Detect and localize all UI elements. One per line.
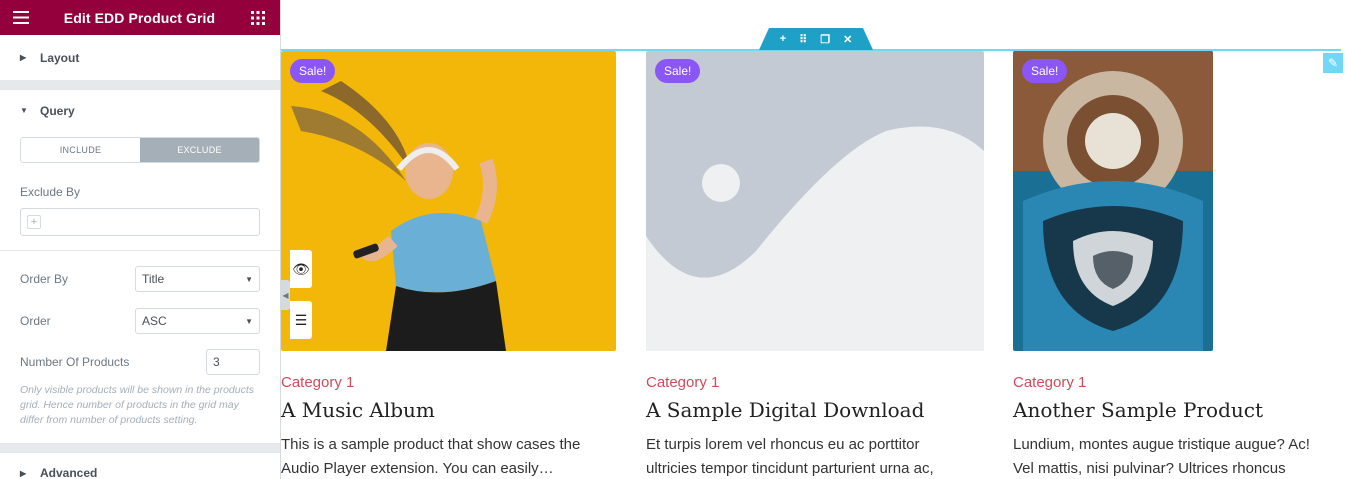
order-select[interactable]: ASC ▼: [135, 308, 260, 334]
tab-include[interactable]: INCLUDE: [21, 138, 140, 162]
exclude-by-select[interactable]: +: [20, 208, 260, 236]
order-label: Order: [20, 314, 51, 328]
product-image[interactable]: Sale!: [1013, 51, 1213, 351]
chevron-down-icon: ▼: [245, 274, 253, 284]
product-category[interactable]: Category 1: [281, 374, 616, 391]
product-image[interactable]: Sale!: [281, 51, 616, 351]
preview-canvas: + ⠿ ❐ ✕ ✎ Sale! Category 1 A Music Album…: [281, 0, 1345, 479]
editor-root: Edit EDD Product Grid ▶ Layout ▼ Query I…: [0, 0, 1345, 479]
product-title[interactable]: Another Sample Product: [1013, 398, 1333, 422]
order-value: ASC: [142, 314, 167, 328]
product-card[interactable]: Sale! Category 1 Another Sample Product …: [1013, 51, 1333, 479]
panel-header: Edit EDD Product Grid: [0, 0, 280, 35]
num-products-row: Number Of Products 3: [0, 349, 280, 375]
controls-divider: [0, 250, 280, 251]
num-products-label: Number Of Products: [20, 355, 130, 369]
section-layout-label: Layout: [40, 50, 80, 65]
product-description-line: Et turpis lorem vel rhoncus eu ac portti…: [646, 436, 920, 453]
sale-badge: Sale!: [290, 59, 336, 83]
query-controls: INCLUDE EXCLUDE Exclude By +: [0, 137, 280, 236]
duplicate-icon[interactable]: ❐: [820, 33, 830, 46]
product-category[interactable]: Category 1: [1013, 374, 1333, 391]
drag-handle-icon[interactable]: ⠿: [799, 33, 807, 46]
product-description: Lundium, montes augue tristique augue? A…: [1013, 433, 1333, 479]
product-description-line: Lundium, montes augue tristique augue? A…: [1013, 436, 1310, 453]
section-divider: [0, 80, 280, 90]
section-handle: + ⠿ ❐ ✕: [759, 28, 873, 50]
num-products-note: Only visible products will be shown in t…: [20, 384, 255, 426]
product-description: Et turpis lorem vel rhoncus eu ac portti…: [646, 433, 976, 479]
sale-badge: Sale!: [655, 59, 701, 83]
widgets-grid-icon[interactable]: [249, 9, 267, 27]
caret-right-icon: ▶: [20, 468, 27, 478]
close-icon[interactable]: ✕: [843, 33, 852, 46]
section-advanced[interactable]: ▶ Advanced: [0, 453, 280, 479]
product-card[interactable]: Sale! Category 1 A Sample Digital Downlo…: [646, 51, 984, 479]
order-by-row: Order By Title ▼: [0, 266, 280, 292]
sale-badge: Sale!: [1022, 59, 1068, 83]
tab-exclude[interactable]: EXCLUDE: [140, 138, 259, 162]
product-description-line: Audio Player extension. You can easily…: [281, 460, 554, 477]
collapse-panel-toggle[interactable]: ◀: [281, 280, 290, 310]
caret-right-icon: ▶: [20, 53, 27, 62]
navigator-list-icon[interactable]: ☰: [290, 301, 312, 339]
chevron-down-icon: ▼: [245, 316, 253, 326]
add-icon[interactable]: +: [780, 33, 786, 45]
product-card[interactable]: Sale! Category 1 A Music Album This is a…: [281, 51, 616, 479]
hamburger-menu-icon[interactable]: [12, 9, 30, 27]
staircase-photo: [1013, 51, 1213, 351]
section-layout[interactable]: ▶ Layout: [0, 35, 280, 80]
section-query-label: Query: [40, 103, 75, 118]
panel-title: Edit EDD Product Grid: [63, 9, 216, 26]
caret-down-icon: ▼: [20, 106, 28, 115]
product-description: This is a sample product that show cases…: [281, 433, 611, 479]
section-divider: [0, 443, 280, 453]
order-by-value: Title: [142, 272, 165, 286]
order-by-select[interactable]: Title ▼: [135, 266, 260, 292]
section-query[interactable]: ▼ Query: [0, 90, 280, 131]
order-row: Order ASC ▼: [0, 308, 280, 334]
product-title[interactable]: A Sample Digital Download: [646, 398, 984, 422]
editor-panel: Edit EDD Product Grid ▶ Layout ▼ Query I…: [0, 0, 281, 479]
order-by-label: Order By: [20, 272, 69, 286]
placeholder-image: [646, 51, 984, 351]
product-description-line: Vel mattis, nisi pulvinar? Ultrices rhon…: [1013, 460, 1286, 477]
product-title[interactable]: A Music Album: [281, 398, 616, 422]
product-category[interactable]: Category 1: [646, 374, 984, 391]
plus-icon: +: [27, 215, 41, 229]
music-album-photo: [281, 51, 616, 351]
product-description-line: ultricies tempor tincidunt parturient ur…: [646, 460, 934, 477]
include-exclude-tabs: INCLUDE EXCLUDE: [20, 137, 260, 163]
exclude-by-label: Exclude By: [20, 185, 81, 199]
product-image[interactable]: Sale!: [646, 51, 984, 351]
product-description-line: This is a sample product that show cases…: [281, 436, 581, 453]
num-products-input[interactable]: 3: [206, 349, 260, 375]
section-advanced-label: Advanced: [40, 466, 98, 479]
preview-eye-icon[interactable]: 👁: [290, 250, 312, 288]
